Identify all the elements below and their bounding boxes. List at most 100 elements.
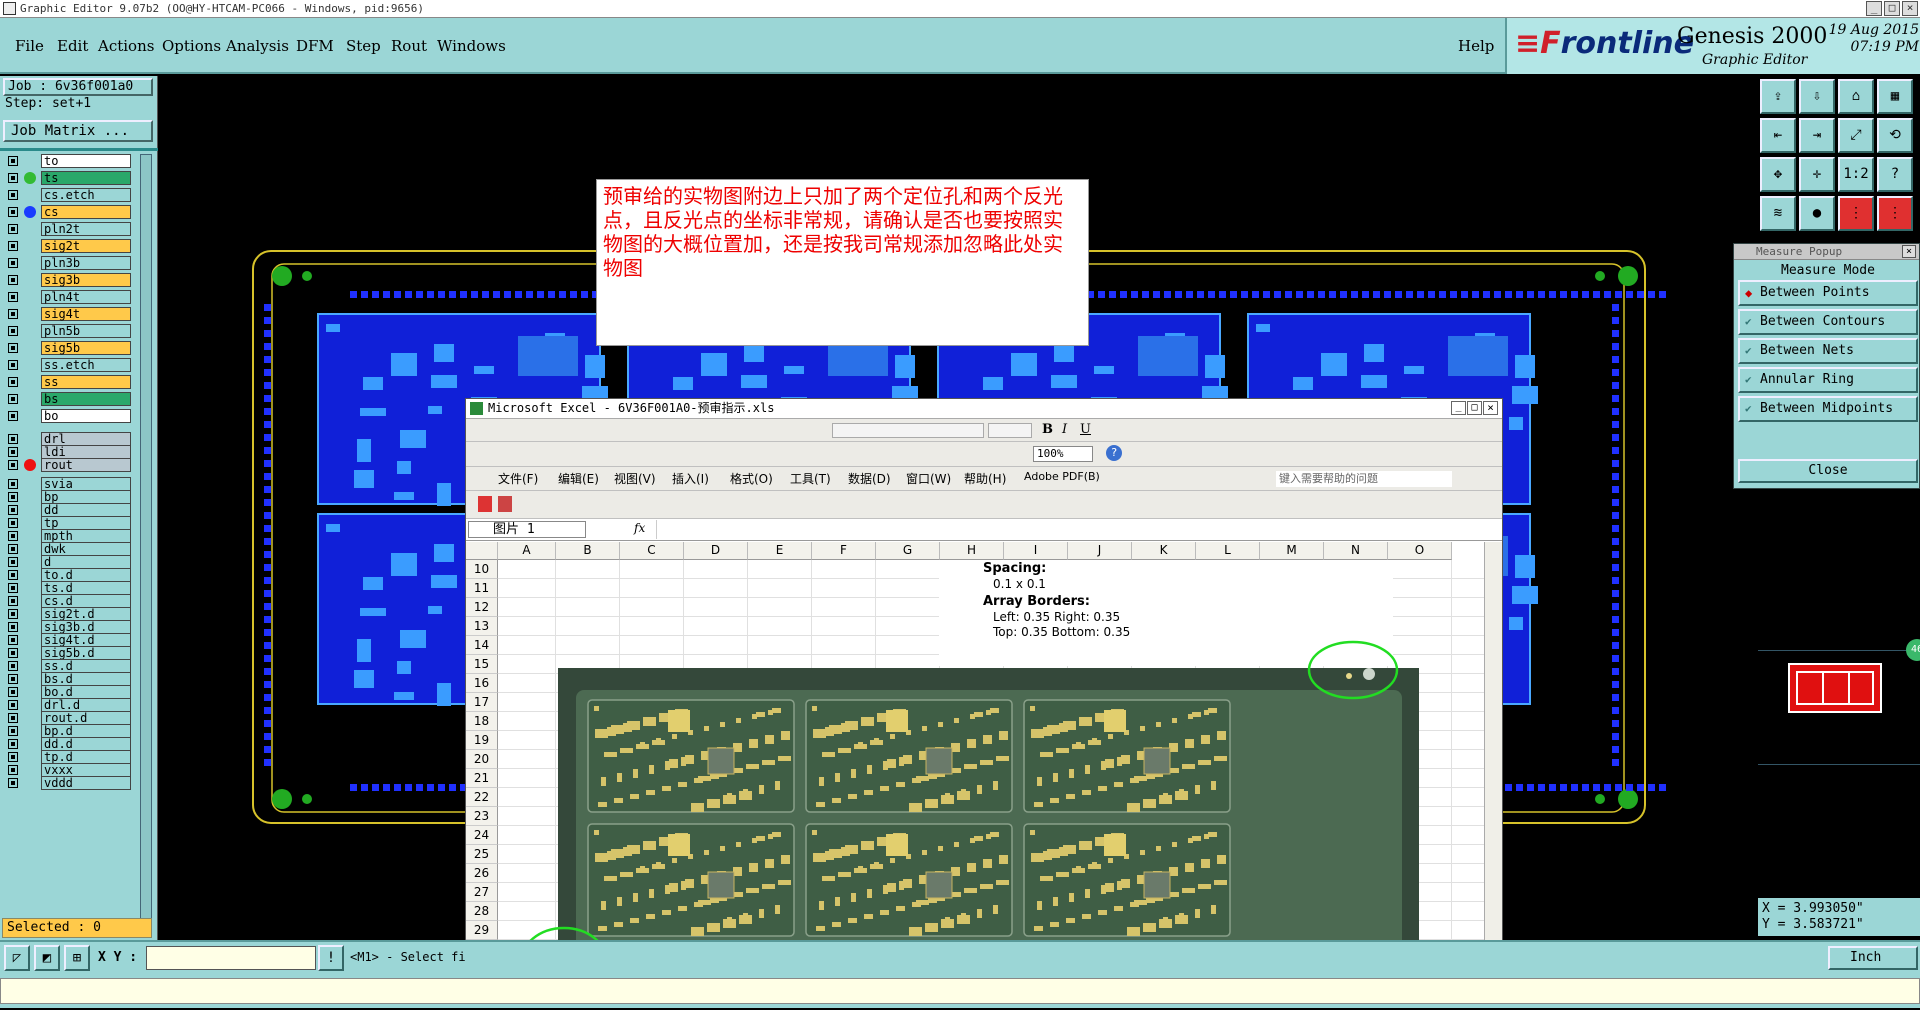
layer-row[interactable]: sig4t.d bbox=[8, 633, 131, 647]
layer-row[interactable]: ss.etch bbox=[8, 358, 131, 372]
column-header[interactable]: N bbox=[1324, 542, 1388, 560]
row-header[interactable]: 24 bbox=[466, 826, 498, 845]
layer-checkbox[interactable] bbox=[8, 687, 18, 697]
row-header[interactable]: 18 bbox=[466, 712, 498, 731]
layer-checkbox[interactable] bbox=[8, 531, 18, 541]
layer-row[interactable]: svia bbox=[8, 477, 131, 491]
layer-checkbox[interactable] bbox=[8, 557, 18, 567]
layer-name[interactable]: ts bbox=[41, 171, 131, 185]
layer-row[interactable]: ss.d bbox=[8, 659, 131, 673]
layer-name[interactable]: dd.d bbox=[41, 737, 131, 751]
layer-name[interactable]: dwk bbox=[41, 542, 131, 556]
layer-name[interactable]: ss bbox=[41, 375, 131, 389]
layer-name[interactable]: ss.etch bbox=[41, 358, 131, 372]
xy-input[interactable] bbox=[146, 946, 316, 970]
row-header[interactable]: 21 bbox=[466, 769, 498, 788]
layer-checkbox[interactable] bbox=[8, 156, 18, 166]
layer-checkbox[interactable] bbox=[8, 292, 18, 302]
layer-checkbox[interactable] bbox=[8, 778, 18, 788]
status-bubble-icon[interactable]: 46 bbox=[1906, 639, 1920, 661]
move-icon[interactable]: ✛ bbox=[1799, 157, 1835, 192]
layer-name[interactable]: cs.d bbox=[41, 594, 131, 608]
layer-checkbox[interactable] bbox=[8, 661, 18, 671]
mini-view[interactable]: 46 bbox=[1758, 639, 1920, 765]
layer-checkbox[interactable] bbox=[8, 674, 18, 684]
layer-checkbox[interactable] bbox=[8, 765, 18, 775]
layer-row[interactable]: rout bbox=[8, 458, 131, 472]
layer-checkbox[interactable] bbox=[8, 224, 18, 234]
row-header[interactable]: 11 bbox=[466, 579, 498, 598]
measure-option-between-contours[interactable]: Between Contours bbox=[1738, 309, 1918, 335]
row-header[interactable]: 17 bbox=[466, 693, 498, 712]
layer-checkbox[interactable] bbox=[8, 518, 18, 528]
layer-row[interactable]: tp.d bbox=[8, 750, 131, 764]
layer-name[interactable]: pln2t bbox=[41, 222, 131, 236]
layer-checkbox[interactable] bbox=[8, 326, 18, 336]
grid-mode-icon[interactable]: ⊞ bbox=[64, 945, 90, 971]
layer-scrollbar[interactable] bbox=[140, 154, 152, 924]
row-header[interactable]: 28 bbox=[466, 902, 498, 921]
column-header[interactable]: D bbox=[684, 542, 748, 560]
layer-name[interactable]: tp bbox=[41, 516, 131, 530]
layer-name[interactable]: pln5b bbox=[41, 324, 131, 338]
layer-name[interactable]: vxxx bbox=[41, 763, 131, 777]
layer-checkbox[interactable] bbox=[8, 583, 18, 593]
measure-option-between-points[interactable]: Between Points bbox=[1738, 280, 1918, 306]
layer-checkbox[interactable] bbox=[8, 411, 18, 421]
layer-checkbox[interactable] bbox=[8, 241, 18, 251]
layer-checkbox[interactable] bbox=[8, 739, 18, 749]
layer-name[interactable]: pln3b bbox=[41, 256, 131, 270]
layer-row[interactable]: sig2t bbox=[8, 239, 131, 253]
menu-rout[interactable]: Rout bbox=[391, 37, 427, 55]
command-line[interactable] bbox=[0, 978, 1920, 1004]
menu-analysis[interactable]: Analysis bbox=[226, 37, 289, 55]
measure-icon[interactable]: ⋮ bbox=[1838, 196, 1874, 231]
layer-row[interactable]: cs.etch bbox=[8, 188, 131, 202]
column-header[interactable]: L bbox=[1196, 542, 1260, 560]
layer-name[interactable]: ss.d bbox=[41, 659, 131, 673]
rout-icon[interactable]: ⋮ bbox=[1877, 196, 1913, 231]
layer-checkbox[interactable] bbox=[8, 479, 18, 489]
layer-checkbox[interactable] bbox=[8, 492, 18, 502]
layer-row[interactable]: sig5b bbox=[8, 341, 131, 355]
measure-popup[interactable]: Measure Popup × Measure Mode Between Poi… bbox=[1733, 243, 1920, 489]
layer-row[interactable]: pln3b bbox=[8, 256, 131, 270]
layer-row[interactable]: bp bbox=[8, 490, 131, 504]
column-header[interactable]: E bbox=[748, 542, 812, 560]
open-job-icon[interactable]: ⇪ bbox=[1760, 79, 1796, 114]
row-header[interactable]: 25 bbox=[466, 845, 498, 864]
menu-actions[interactable]: Actions bbox=[98, 37, 154, 55]
zoom-left-icon[interactable]: ⇤ bbox=[1760, 118, 1796, 153]
menu-edit[interactable]: Edit bbox=[57, 37, 88, 55]
center-icon[interactable]: ✥ bbox=[1760, 157, 1796, 192]
zoom-mode-icon[interactable]: ◩ bbox=[34, 945, 60, 971]
layer-name[interactable]: ldi bbox=[41, 445, 131, 459]
layer-name[interactable]: tp.d bbox=[41, 750, 131, 764]
layer-row[interactable]: vxxx bbox=[8, 763, 131, 777]
measure-option-between-nets[interactable]: Between Nets bbox=[1738, 338, 1918, 364]
layer-checkbox[interactable] bbox=[8, 726, 18, 736]
menu-help[interactable]: Help bbox=[1458, 37, 1494, 55]
layer-checkbox[interactable] bbox=[8, 207, 18, 217]
grid-icon[interactable]: ▦ bbox=[1877, 79, 1913, 114]
column-header[interactable]: M bbox=[1260, 542, 1324, 560]
layer-name[interactable]: sig5b.d bbox=[41, 646, 131, 660]
menu-options[interactable]: Options bbox=[162, 37, 221, 55]
excel-vertical-scrollbar[interactable] bbox=[1484, 542, 1502, 1007]
layer-name[interactable]: drl bbox=[41, 432, 131, 446]
layer-row[interactable]: vddd bbox=[8, 776, 131, 790]
select-all-corner[interactable] bbox=[466, 542, 498, 560]
layer-row[interactable]: tp bbox=[8, 516, 131, 530]
row-header[interactable]: 26 bbox=[466, 864, 498, 883]
layer-checkbox[interactable] bbox=[8, 447, 18, 457]
zoom-fit-icon[interactable]: ⤢ bbox=[1838, 118, 1874, 153]
close-window-button[interactable]: × bbox=[1902, 1, 1918, 16]
layer-name[interactable]: d bbox=[41, 555, 131, 569]
layer-checkbox[interactable] bbox=[8, 258, 18, 268]
layer-checkbox[interactable] bbox=[8, 596, 18, 606]
layer-checkbox[interactable] bbox=[8, 648, 18, 658]
row-header[interactable]: 27 bbox=[466, 883, 498, 902]
row-header[interactable]: 10 bbox=[466, 560, 498, 579]
row-header[interactable]: 22 bbox=[466, 788, 498, 807]
layer-name[interactable]: cs.etch bbox=[41, 188, 131, 202]
